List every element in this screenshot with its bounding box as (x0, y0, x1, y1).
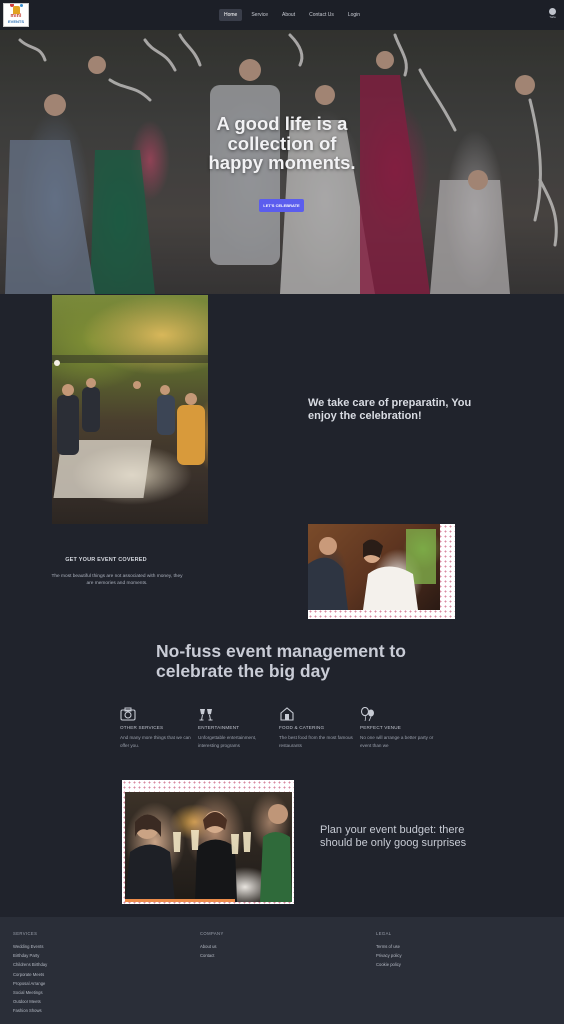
footer-link[interactable]: Cookie policy (376, 960, 402, 969)
nav-service-link[interactable]: Service (246, 9, 273, 21)
feature-desc: No one will arrange a better party or ev… (360, 735, 434, 748)
user-avatar-icon (549, 8, 556, 15)
feature-desc: Unforgettable entertainment, interesting… (198, 735, 257, 748)
toast-scene-illustration (125, 804, 292, 902)
feature-title: PERFECT VENUE (360, 725, 402, 730)
nav-home-link[interactable]: Home (219, 9, 243, 21)
family-dinner-photo (52, 295, 208, 524)
footer-link[interactable]: Terms of use (376, 942, 402, 951)
feature-perfect-venue: PERFECT VENUE No one will arrange a bett… (360, 707, 436, 749)
cover-text: The most beautiful things are not associ… (51, 574, 183, 586)
footer-link[interactable]: Privacy policy (376, 951, 402, 960)
footer-legal-column: LEGAL Terms of use Privacy policy Cookie… (376, 931, 402, 970)
footer-link[interactable]: Childrens Birthday (13, 960, 47, 969)
user-menu[interactable]: Taifa (546, 8, 559, 22)
footer-company-heading: COMPANY (200, 931, 224, 936)
footer-company-column: COMPANY About us Contact (200, 931, 224, 960)
feature-other-services: OTHER SERVICES And many more things that… (120, 707, 196, 749)
logo-text-events: EVENTS (7, 19, 24, 24)
footer-legal-heading: LEGAL (376, 931, 392, 936)
champagne-glasses-icon (199, 709, 213, 721)
footer-link[interactable]: Corporate Meets (13, 970, 47, 979)
camera-icon (120, 707, 136, 721)
site-footer: SERVICES Wedding Events Birthday Party C… (0, 917, 564, 1024)
couple-scene-illustration (308, 529, 436, 610)
restaurant-icon (280, 707, 294, 721)
top-navbar: mini EVENTS Home Service About Contact U… (0, 0, 564, 30)
feature-title: ENTERTAINMENT (198, 725, 240, 730)
footer-link[interactable]: Fashion Shows (13, 1006, 47, 1015)
feature-food-catering: FOOD & CATERING The best food from the m… (279, 707, 355, 749)
budget-text: Plan your event budget: there should be … (320, 824, 467, 849)
user-name: Taifa (549, 15, 556, 19)
couple-photo-frame (308, 524, 455, 619)
logo-mark-icon (9, 4, 23, 14)
cover-title: GET YOUR EVENT COVERED (65, 557, 147, 563)
balloons-icon (360, 707, 374, 721)
footer-link[interactable]: About us (200, 942, 224, 951)
main-menu: Home Service About Contact Us Login (219, 9, 365, 21)
management-headline: No-fuss event management to celebrate th… (156, 641, 406, 681)
nav-login-link[interactable]: Login (343, 9, 365, 21)
footer-services-heading: SERVICES (13, 931, 38, 936)
footer-link[interactable]: Wedding Events (13, 942, 47, 951)
footer-link[interactable]: Proposal Arrange (13, 979, 47, 988)
footer-link[interactable]: Contact (200, 951, 224, 960)
nav-contact-link[interactable]: Contact Us (304, 9, 339, 21)
feature-desc: The best food from the most famous resta… (279, 735, 353, 748)
footer-services-column: SERVICES Wedding Events Birthday Party C… (13, 931, 47, 1016)
photo-accent-bar (125, 899, 235, 902)
friends-toast-photo (125, 792, 292, 902)
lets-celebrate-button[interactable]: LET'S CELEBRATE (259, 199, 304, 212)
footer-link[interactable]: Outdoor Meets (13, 997, 47, 1006)
footer-link[interactable]: Social Meetings (13, 988, 47, 997)
nav-about-link[interactable]: About (277, 9, 300, 21)
feature-entertainment: ENTERTAINMENT Unforgettable entertainmen… (198, 707, 274, 749)
hero-headline: A good life is a collection of happy mom… (208, 113, 356, 173)
prep-tagline: We take care of preparatin, You enjoy th… (308, 397, 472, 422)
footer-link[interactable]: Birthday Party (13, 951, 47, 960)
couple-car-photo (308, 524, 440, 610)
feature-title: OTHER SERVICES (120, 725, 164, 730)
hero-banner: A good life is a collection of happy mom… (0, 30, 564, 294)
toast-photo-frame (122, 780, 294, 904)
dinner-scene-illustration (52, 355, 208, 498)
brand-logo[interactable]: mini EVENTS (3, 3, 29, 27)
feature-title: FOOD & CATERING (279, 725, 325, 730)
feature-desc: And many more things that we can offer y… (120, 735, 191, 748)
